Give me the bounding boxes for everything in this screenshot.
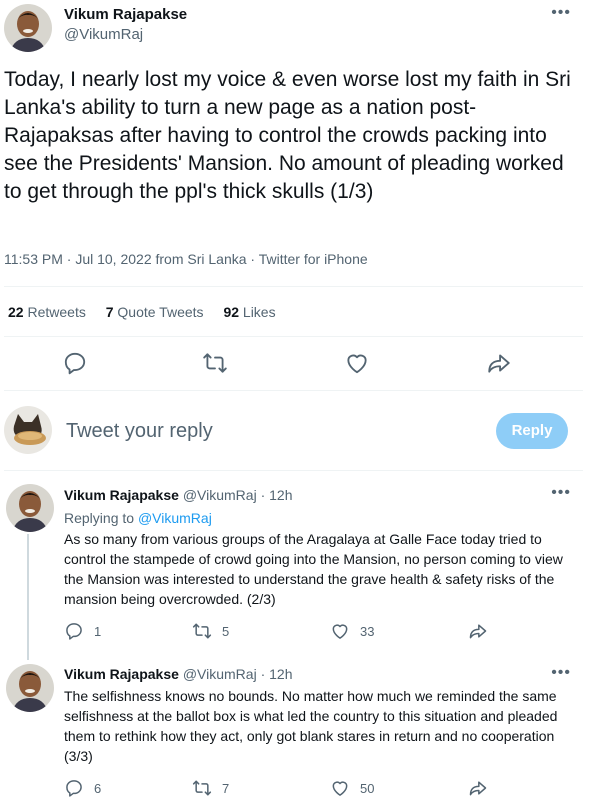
tweet-stats: 22 Retweets 7 Quote Tweets 92 Likes bbox=[8, 304, 292, 320]
retweet-icon bbox=[192, 621, 212, 641]
reply-author-name[interactable]: Vikum Rajapakse bbox=[64, 487, 179, 503]
reply-time[interactable]: 12h bbox=[269, 666, 292, 682]
reply-icon[interactable] bbox=[62, 350, 88, 376]
tweet-actions bbox=[0, 350, 589, 378]
divider bbox=[4, 470, 583, 471]
reply-header: Vikum Rajapakse @VikumRaj · 12h bbox=[64, 487, 293, 503]
reply-button[interactable]: Reply bbox=[496, 413, 568, 449]
share-action[interactable] bbox=[468, 621, 488, 641]
reply-count: 1 bbox=[94, 623, 102, 639]
reply-actions: 6 7 50 bbox=[64, 778, 524, 800]
thread-line bbox=[27, 534, 29, 660]
reply-action[interactable]: 6 bbox=[64, 778, 101, 798]
like-count: 50 bbox=[360, 780, 375, 796]
more-icon[interactable]: ••• bbox=[551, 664, 571, 682]
reply-icon bbox=[64, 621, 84, 641]
reply-author-avatar[interactable] bbox=[6, 664, 54, 712]
reply-author-handle[interactable]: @VikumRaj bbox=[183, 487, 257, 503]
like-icon[interactable] bbox=[344, 350, 370, 376]
like-action[interactable]: 50 bbox=[330, 778, 374, 798]
likes-stat[interactable]: 92 Likes bbox=[223, 304, 275, 320]
retweet-count: 5 bbox=[222, 623, 230, 639]
share-icon[interactable] bbox=[486, 350, 512, 376]
share-icon bbox=[468, 778, 488, 798]
reply-input[interactable]: Tweet your reply bbox=[66, 420, 213, 443]
divider bbox=[4, 336, 583, 337]
reply-time[interactable]: 12h bbox=[269, 487, 292, 503]
retweet-action[interactable]: 5 bbox=[192, 621, 229, 641]
reply-author-avatar[interactable] bbox=[6, 484, 54, 532]
reply-author-name[interactable]: Vikum Rajapakse bbox=[64, 666, 179, 682]
reply-text: As so many from various groups of the Ar… bbox=[64, 531, 563, 607]
divider bbox=[4, 286, 583, 287]
reply-action[interactable]: 1 bbox=[64, 621, 101, 641]
retweet-action[interactable]: 7 bbox=[192, 778, 229, 798]
like-icon bbox=[330, 778, 350, 798]
quote-tweets-stat[interactable]: 7 Quote Tweets bbox=[106, 304, 204, 320]
retweet-icon bbox=[192, 778, 212, 798]
reply-actions: 1 5 33 bbox=[64, 621, 524, 643]
reply-count: 6 bbox=[94, 780, 102, 796]
like-icon bbox=[330, 621, 350, 641]
more-icon[interactable]: ••• bbox=[551, 4, 571, 22]
divider bbox=[4, 390, 583, 391]
retweet-count: 7 bbox=[222, 780, 230, 796]
share-icon bbox=[468, 621, 488, 641]
like-action[interactable]: 33 bbox=[330, 621, 374, 641]
more-icon[interactable]: ••• bbox=[551, 484, 571, 502]
tweet-text: Today, I nearly lost my voice & even wor… bbox=[4, 68, 571, 203]
reply-text: The selfishness knows no bounds. No matt… bbox=[64, 688, 558, 764]
reply-icon bbox=[64, 778, 84, 798]
retweets-stat[interactable]: 22 Retweets bbox=[8, 304, 86, 320]
replying-to: Replying to @VikumRaj bbox=[64, 510, 212, 526]
author-avatar[interactable] bbox=[4, 4, 52, 52]
author-name[interactable]: Vikum Rajapakse bbox=[64, 6, 187, 23]
retweet-icon[interactable] bbox=[202, 350, 228, 376]
user-avatar[interactable] bbox=[4, 406, 52, 454]
replying-to-link[interactable]: @VikumRaj bbox=[138, 510, 212, 526]
tweet-meta[interactable]: 11:53 PM · Jul 10, 2022 from Sri Lanka ·… bbox=[4, 251, 368, 267]
reply-header: Vikum Rajapakse @VikumRaj · 12h bbox=[64, 666, 293, 682]
like-count: 33 bbox=[360, 623, 375, 639]
share-action[interactable] bbox=[468, 778, 488, 798]
author-handle[interactable]: @VikumRaj bbox=[64, 26, 143, 43]
reply-author-handle[interactable]: @VikumRaj bbox=[183, 666, 257, 682]
